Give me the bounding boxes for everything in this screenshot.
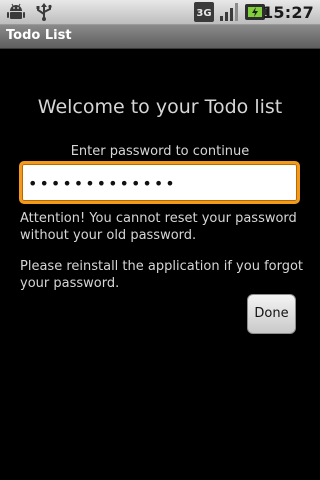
app-title: Todo List — [6, 28, 72, 43]
password-field[interactable] — [19, 161, 300, 204]
android-debug-icon — [6, 2, 26, 26]
welcome-heading: Welcome to your Todo list — [37, 96, 283, 118]
done-button[interactable]: Done — [247, 294, 296, 334]
password-prompt: Enter password to continue — [70, 144, 250, 159]
network-3g-icon: 3G — [193, 1, 215, 27]
signal-strength-icon — [218, 1, 240, 27]
title-bar: Todo List — [0, 25, 320, 49]
status-bar: 3G 15:27 — [0, 0, 320, 25]
screen: 3G 15:27 Todo List Welcome to your Todo … — [0, 0, 320, 480]
clock: 15:27 — [262, 3, 314, 22]
svg-text:3G: 3G — [196, 8, 211, 19]
usb-icon — [34, 2, 54, 26]
reinstall-text: Please reinstall the application if you … — [20, 259, 304, 291]
attention-text: Attention! You cannot reset your passwor… — [20, 211, 297, 243]
password-input[interactable] — [28, 170, 288, 196]
